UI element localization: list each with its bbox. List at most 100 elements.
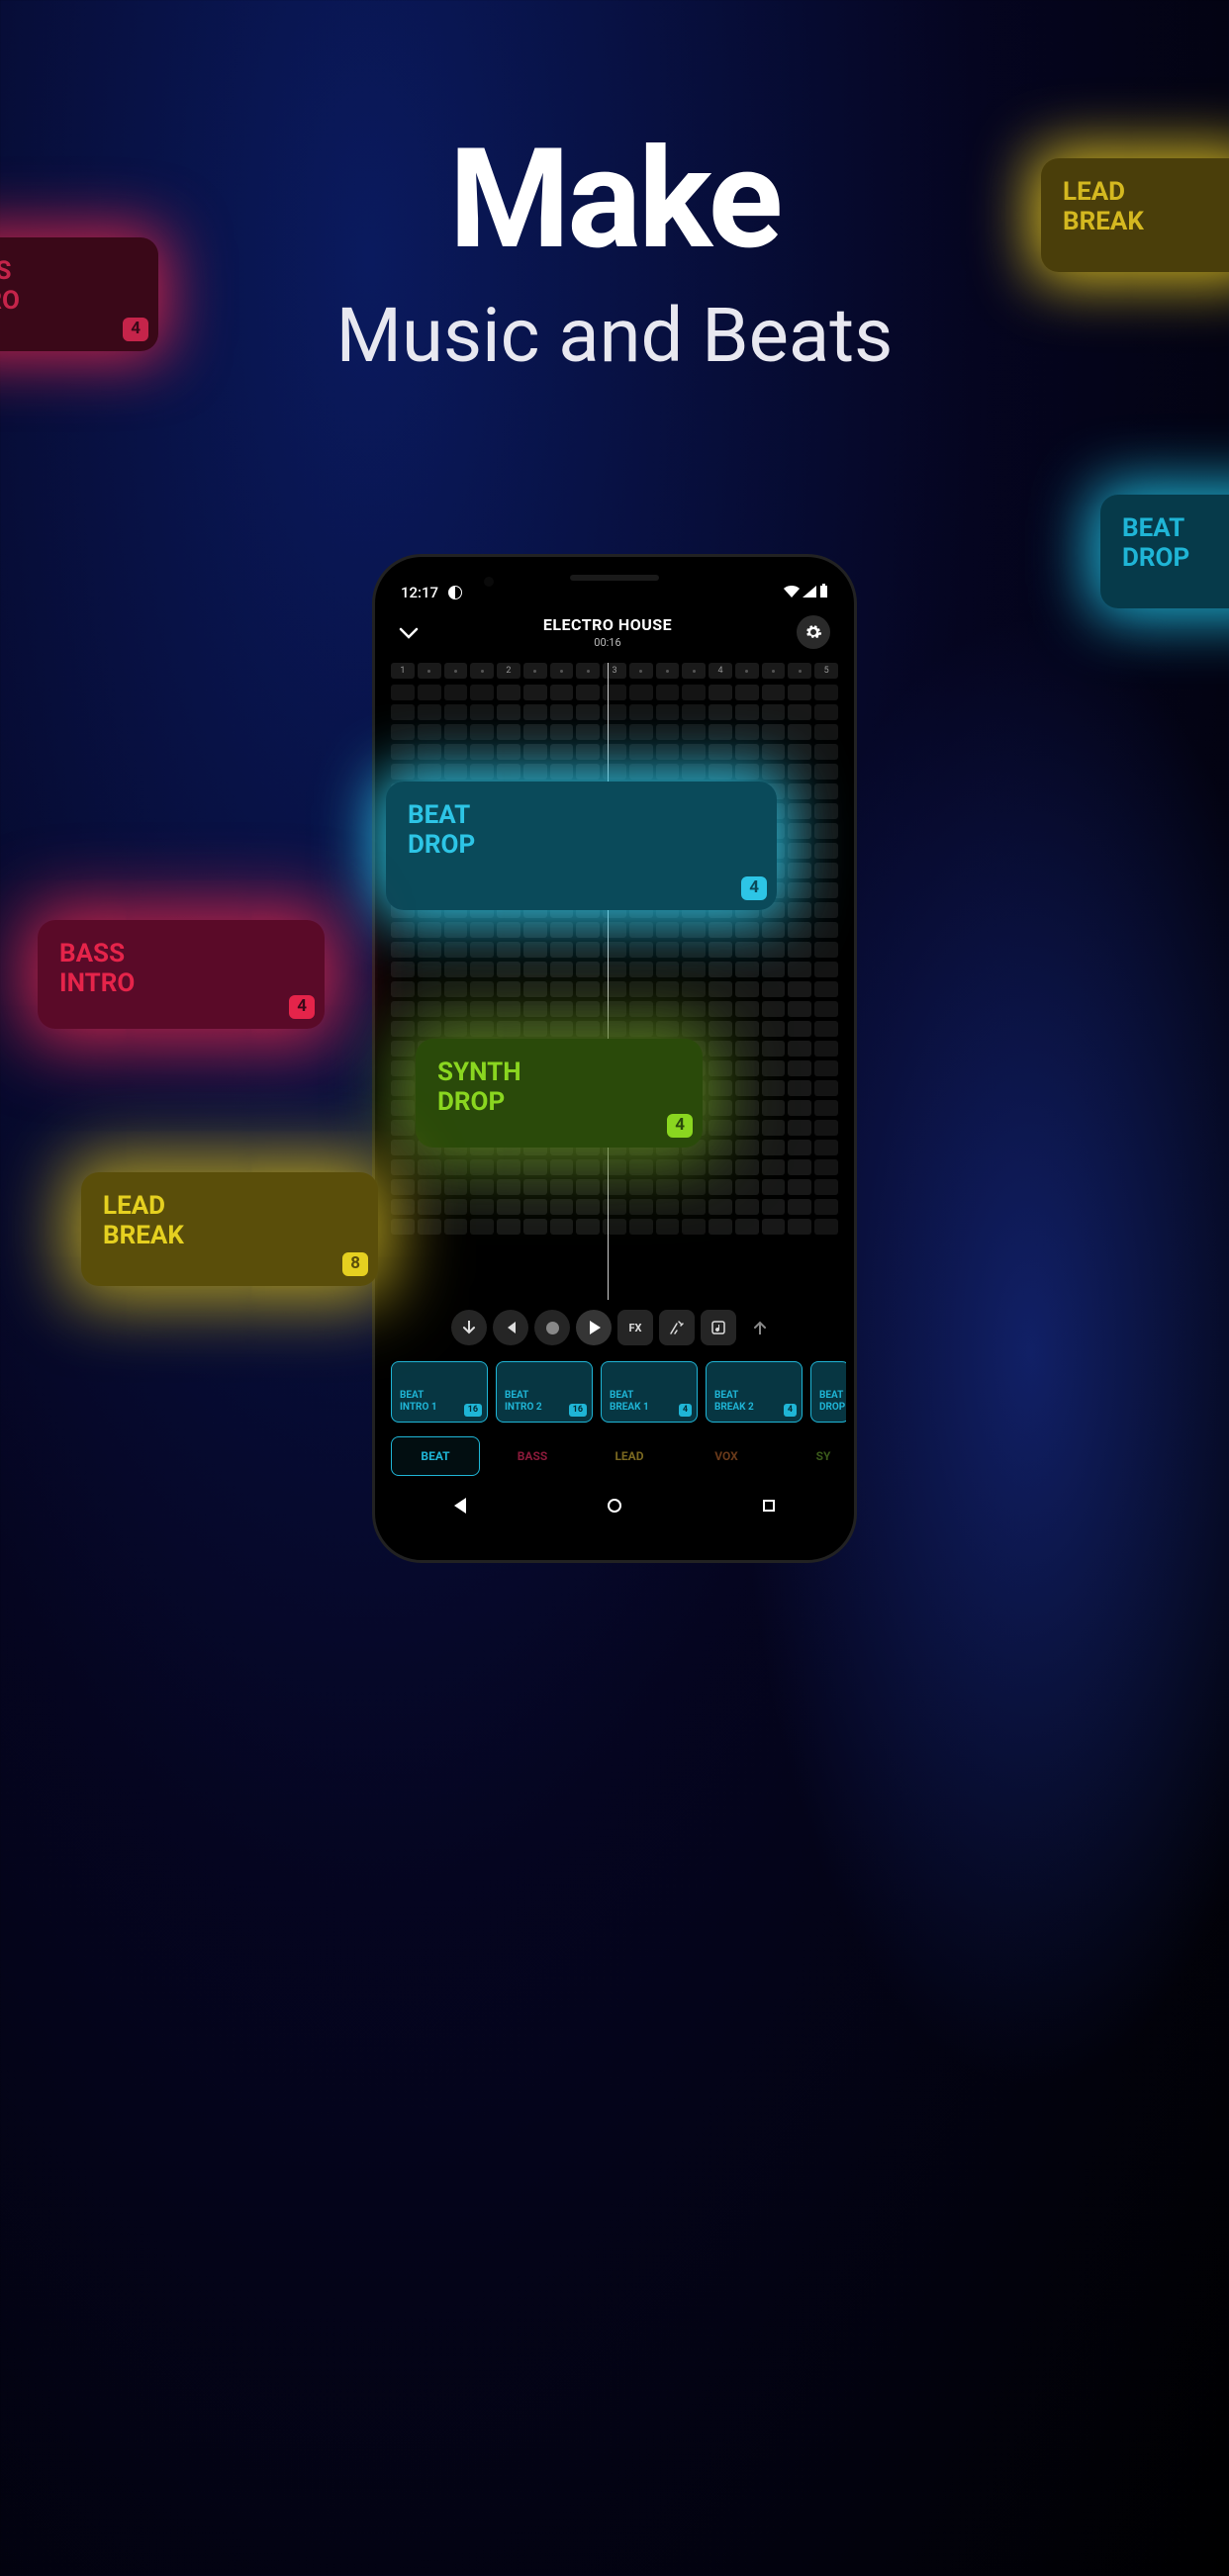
category-synth[interactable]: SY [779,1436,846,1476]
grid-cell[interactable] [682,1021,706,1037]
grid-cell[interactable] [497,685,520,700]
grid-cell[interactable] [735,1060,759,1076]
grid-cell[interactable] [656,1021,680,1037]
grid-cell[interactable] [418,942,441,958]
grid-cell[interactable] [444,764,468,780]
grid-cell[interactable] [497,744,520,760]
grid-cell[interactable] [629,942,653,958]
grid-cell[interactable] [735,942,759,958]
grid-cell[interactable] [682,724,706,740]
grid-cell[interactable] [656,724,680,740]
grid-cell[interactable] [709,1100,732,1116]
grid-cell[interactable] [762,1001,786,1017]
grid-cell[interactable] [576,1001,600,1017]
grid-cell[interactable] [470,1001,494,1017]
grid-cell[interactable] [391,1060,415,1076]
grid-cell[interactable] [470,1021,494,1037]
grid-cell[interactable] [709,981,732,997]
grid-cell[interactable] [470,1199,494,1215]
grid-cell[interactable] [576,685,600,700]
grid-cell[interactable] [762,962,786,977]
grid-cell[interactable] [603,1159,626,1175]
grid-cell[interactable] [709,685,732,700]
grid-cell[interactable] [391,764,415,780]
nav-recent-icon[interactable] [763,1500,775,1512]
grid-cell[interactable] [814,764,838,780]
grid-cell[interactable] [788,823,811,839]
grid-cell[interactable] [788,882,811,898]
grid-cell[interactable] [444,962,468,977]
grid-cell[interactable] [814,823,838,839]
grid-cell[interactable] [762,981,786,997]
grid-cell[interactable] [735,1219,759,1235]
grid-cell[interactable] [603,1001,626,1017]
grid-cell[interactable] [550,962,574,977]
grid-cell[interactable] [762,744,786,760]
grid-cell[interactable] [550,1021,574,1037]
grid-cell[interactable] [470,704,494,720]
grid-cell[interactable] [497,981,520,997]
ruler-cell[interactable] [682,663,706,679]
play-button[interactable] [576,1310,612,1345]
grid-cell[interactable] [391,724,415,740]
grid-cell[interactable] [735,1199,759,1215]
grid-cell[interactable] [735,1120,759,1136]
grid-cell[interactable] [682,922,706,938]
grid-cell[interactable] [550,1001,574,1017]
grid-cell[interactable] [656,685,680,700]
category-vox[interactable]: VOX [682,1436,771,1476]
grid-cell[interactable] [629,685,653,700]
grid-cell[interactable] [418,1199,441,1215]
ruler-cell[interactable] [576,663,600,679]
grid-cell[interactable] [788,704,811,720]
grid-cell[interactable] [682,1179,706,1195]
grid-cell[interactable] [470,724,494,740]
record-button[interactable] [534,1310,570,1345]
grid-cell[interactable] [682,1219,706,1235]
grid-cell[interactable] [735,704,759,720]
grid-cell[interactable] [523,1179,547,1195]
grid-cell[interactable] [576,724,600,740]
grid-cell[interactable] [788,1199,811,1215]
grid-cell[interactable] [814,1219,838,1235]
grid-cell[interactable] [682,942,706,958]
ruler-cell[interactable]: 1 [391,663,415,679]
grid-cell[interactable] [709,1140,732,1155]
grid-cell[interactable] [629,1159,653,1175]
grid-cell[interactable] [656,704,680,720]
grid-cell[interactable] [788,1080,811,1096]
grid-cell[interactable] [391,1100,415,1116]
grid-cell[interactable] [814,1060,838,1076]
grid-cell[interactable] [418,1159,441,1175]
ruler-cell[interactable] [656,663,680,679]
grid-cell[interactable] [788,1120,811,1136]
grid-cell[interactable] [603,685,626,700]
grid-cell[interactable] [814,1100,838,1116]
category-bass[interactable]: BASS [488,1436,577,1476]
ruler-cell[interactable] [629,663,653,679]
grid-cell[interactable] [418,704,441,720]
category-lead[interactable]: LEAD [585,1436,674,1476]
grid-cell[interactable] [418,685,441,700]
grid-cell[interactable] [788,922,811,938]
grid-cell[interactable] [470,685,494,700]
grid-cell[interactable] [550,942,574,958]
grid-cell[interactable] [391,1140,415,1155]
grid-cell[interactable] [576,1159,600,1175]
grid-cell[interactable] [444,1021,468,1037]
grid-cell[interactable] [391,1080,415,1096]
grid-cell[interactable] [656,922,680,938]
grid-cell[interactable] [550,981,574,997]
grid-cell[interactable] [709,962,732,977]
grid-cell[interactable] [762,724,786,740]
grid-cell[interactable] [709,1060,732,1076]
grid-cell[interactable] [814,902,838,918]
clip-drop[interactable]: BEATDROP [810,1361,846,1423]
grid-cell[interactable] [523,981,547,997]
clip-intro-2[interactable]: BEATINTRO 216 [496,1361,593,1423]
ruler-cell[interactable]: 3 [603,663,626,679]
grid-cell[interactable] [682,764,706,780]
grid-cell[interactable] [762,1219,786,1235]
grid-cell[interactable] [788,803,811,819]
grid-cell[interactable] [523,942,547,958]
